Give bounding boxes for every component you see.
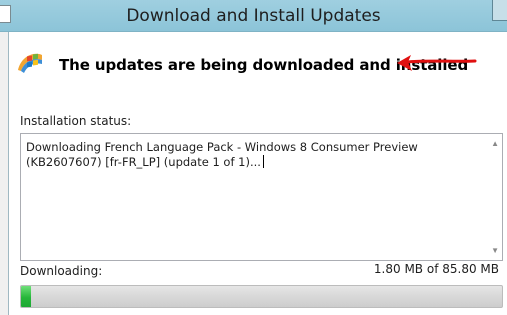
installation-status-text: Downloading French Language Pack - Windo… — [26, 140, 484, 170]
download-size: 1.80 MB of 85.80 MB — [373, 262, 499, 276]
scroll-up-icon[interactable]: ▲ — [491, 140, 499, 148]
download-progress-fill — [21, 286, 32, 307]
installation-status-textbox[interactable]: Downloading French Language Pack - Windo… — [20, 133, 503, 261]
text-caret — [262, 155, 264, 168]
downloading-label: Downloading: — [20, 264, 103, 278]
title-bar[interactable]: Download and Install Updates — [0, 0, 507, 32]
download-progress-bar — [20, 285, 503, 308]
close-button[interactable] — [492, 0, 507, 21]
dialog-content: The updates are being downloaded and ins… — [8, 32, 507, 315]
windows-update-icon — [18, 53, 42, 73]
window-title: Download and Install Updates — [126, 6, 381, 26]
installation-status-label: Installation status: — [20, 114, 132, 128]
download-install-window: Download and Install Updates The updates… — [0, 0, 507, 315]
red-arrow-icon — [397, 55, 477, 71]
scroll-down-icon[interactable]: ▼ — [491, 247, 499, 255]
installation-status-value: Downloading French Language Pack - Windo… — [26, 140, 422, 169]
